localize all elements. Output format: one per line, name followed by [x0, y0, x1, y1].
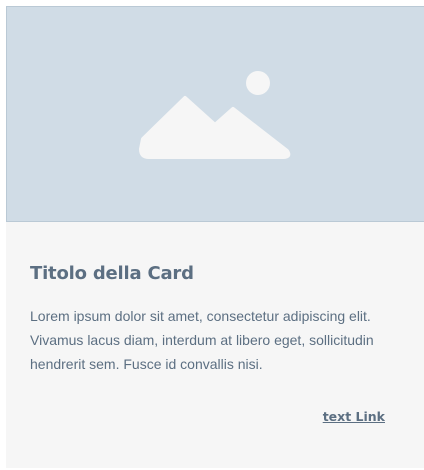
image-placeholder-icon: [139, 71, 291, 159]
card-text-link[interactable]: text Link: [323, 409, 385, 424]
card: Titolo della Card Lorem ipsum dolor sit …: [6, 6, 424, 468]
card-body: Titolo della Card Lorem ipsum dolor sit …: [30, 262, 385, 376]
card-text: Lorem ipsum dolor sit amet, consectetur …: [30, 308, 374, 372]
page: Titolo della Card Lorem ipsum dolor sit …: [0, 0, 424, 470]
card-title: Titolo della Card: [30, 263, 194, 284]
card-image-placeholder: [6, 6, 424, 222]
